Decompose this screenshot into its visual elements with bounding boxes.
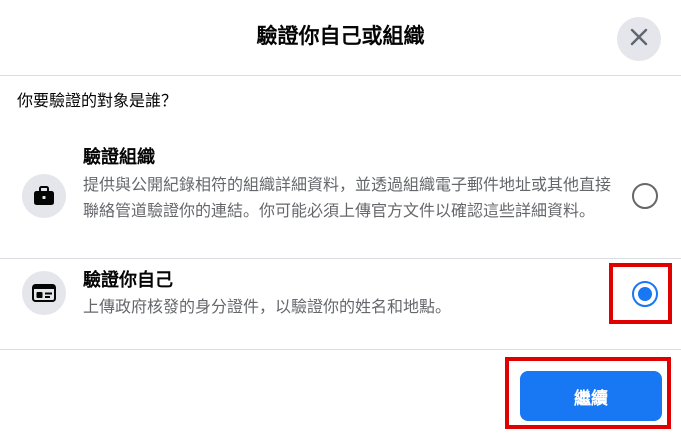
close-button[interactable] <box>617 17 661 61</box>
footer-divider <box>0 349 681 350</box>
dialog-header: 驗證你自己或組織 <box>0 0 681 76</box>
radio-verify-yourself[interactable] <box>632 281 658 307</box>
radio-selected-dot <box>638 287 652 301</box>
verify-dialog: 驗證你自己或組織 你要驗證的對象是誰？ 驗證組織 提供與公開紀錄相符的組織詳細資… <box>0 0 681 438</box>
continue-button[interactable]: 繼續 <box>520 371 662 421</box>
option-verify-yourself[interactable]: 驗證你自己 上傳政府核發的身分證件，以驗證你的姓名和地點。 <box>0 258 681 348</box>
dialog-title: 驗證你自己或組織 <box>256 24 425 48</box>
option-verify-organization[interactable]: 驗證組織 提供與公開紀錄相符的組織詳細資料，並透過組織電子郵件地址或其他直接聯絡… <box>0 142 681 257</box>
option-title: 驗證你自己 <box>83 270 173 291</box>
close-icon <box>630 28 648 50</box>
option-description: 提供與公開紀錄相符的組織詳細資料，並透過組織電子郵件地址或其他直接聯絡管道驗證你… <box>83 175 612 220</box>
id-card-icon <box>22 271 66 315</box>
option-title: 驗證組織 <box>83 147 155 168</box>
radio-verify-organization[interactable] <box>632 183 658 209</box>
option-description: 上傳政府核發的身分證件，以驗證你的姓名和地點。 <box>83 297 452 316</box>
verification-question: 你要驗證的對象是誰？ <box>17 91 178 110</box>
briefcase-icon <box>22 174 66 218</box>
